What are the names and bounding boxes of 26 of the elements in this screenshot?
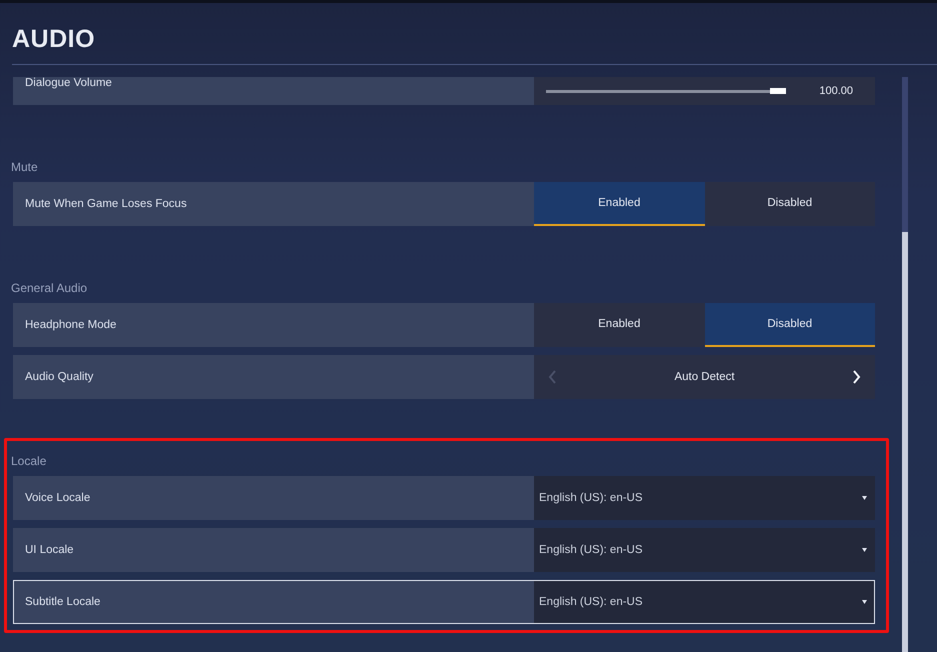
setting-label: Audio Quality	[13, 355, 534, 399]
section-heading: General Audio	[11, 281, 88, 295]
slider-track[interactable]	[546, 90, 786, 92]
caret-icon	[862, 496, 867, 500]
section-heading: Mute	[11, 160, 39, 174]
caret-icon	[862, 600, 867, 604]
setting-label: Dialogue Volume	[13, 77, 534, 105]
volume-value: 100.00	[819, 85, 853, 97]
option-button[interactable]: Enabled	[534, 182, 704, 226]
scrollbar[interactable]	[902, 77, 908, 652]
caret-icon	[862, 548, 867, 552]
chevron-right-icon	[852, 370, 861, 384]
setting-label: UI Locale	[13, 528, 534, 572]
selector-value: Auto Detect	[673, 371, 736, 383]
locale-dropdown[interactable]: English (US): en-US	[534, 476, 875, 520]
locale-dropdown[interactable]: English (US): en-US	[534, 580, 875, 624]
page-title: AUDIO	[11, 24, 96, 55]
setting-label: Subtitle Locale	[13, 580, 534, 624]
setting-label: Voice Locale	[13, 476, 534, 520]
slider-thumb[interactable]	[770, 88, 786, 94]
setting-label: Headphone Mode	[13, 303, 534, 347]
option-button[interactable]: Disabled	[704, 303, 875, 347]
chevron-left-icon	[548, 370, 557, 384]
locale-dropdown[interactable]: English (US): en-US	[534, 528, 875, 572]
section-heading: Locale	[11, 454, 48, 468]
setting-label: Mute When Game Loses Focus	[13, 182, 534, 226]
